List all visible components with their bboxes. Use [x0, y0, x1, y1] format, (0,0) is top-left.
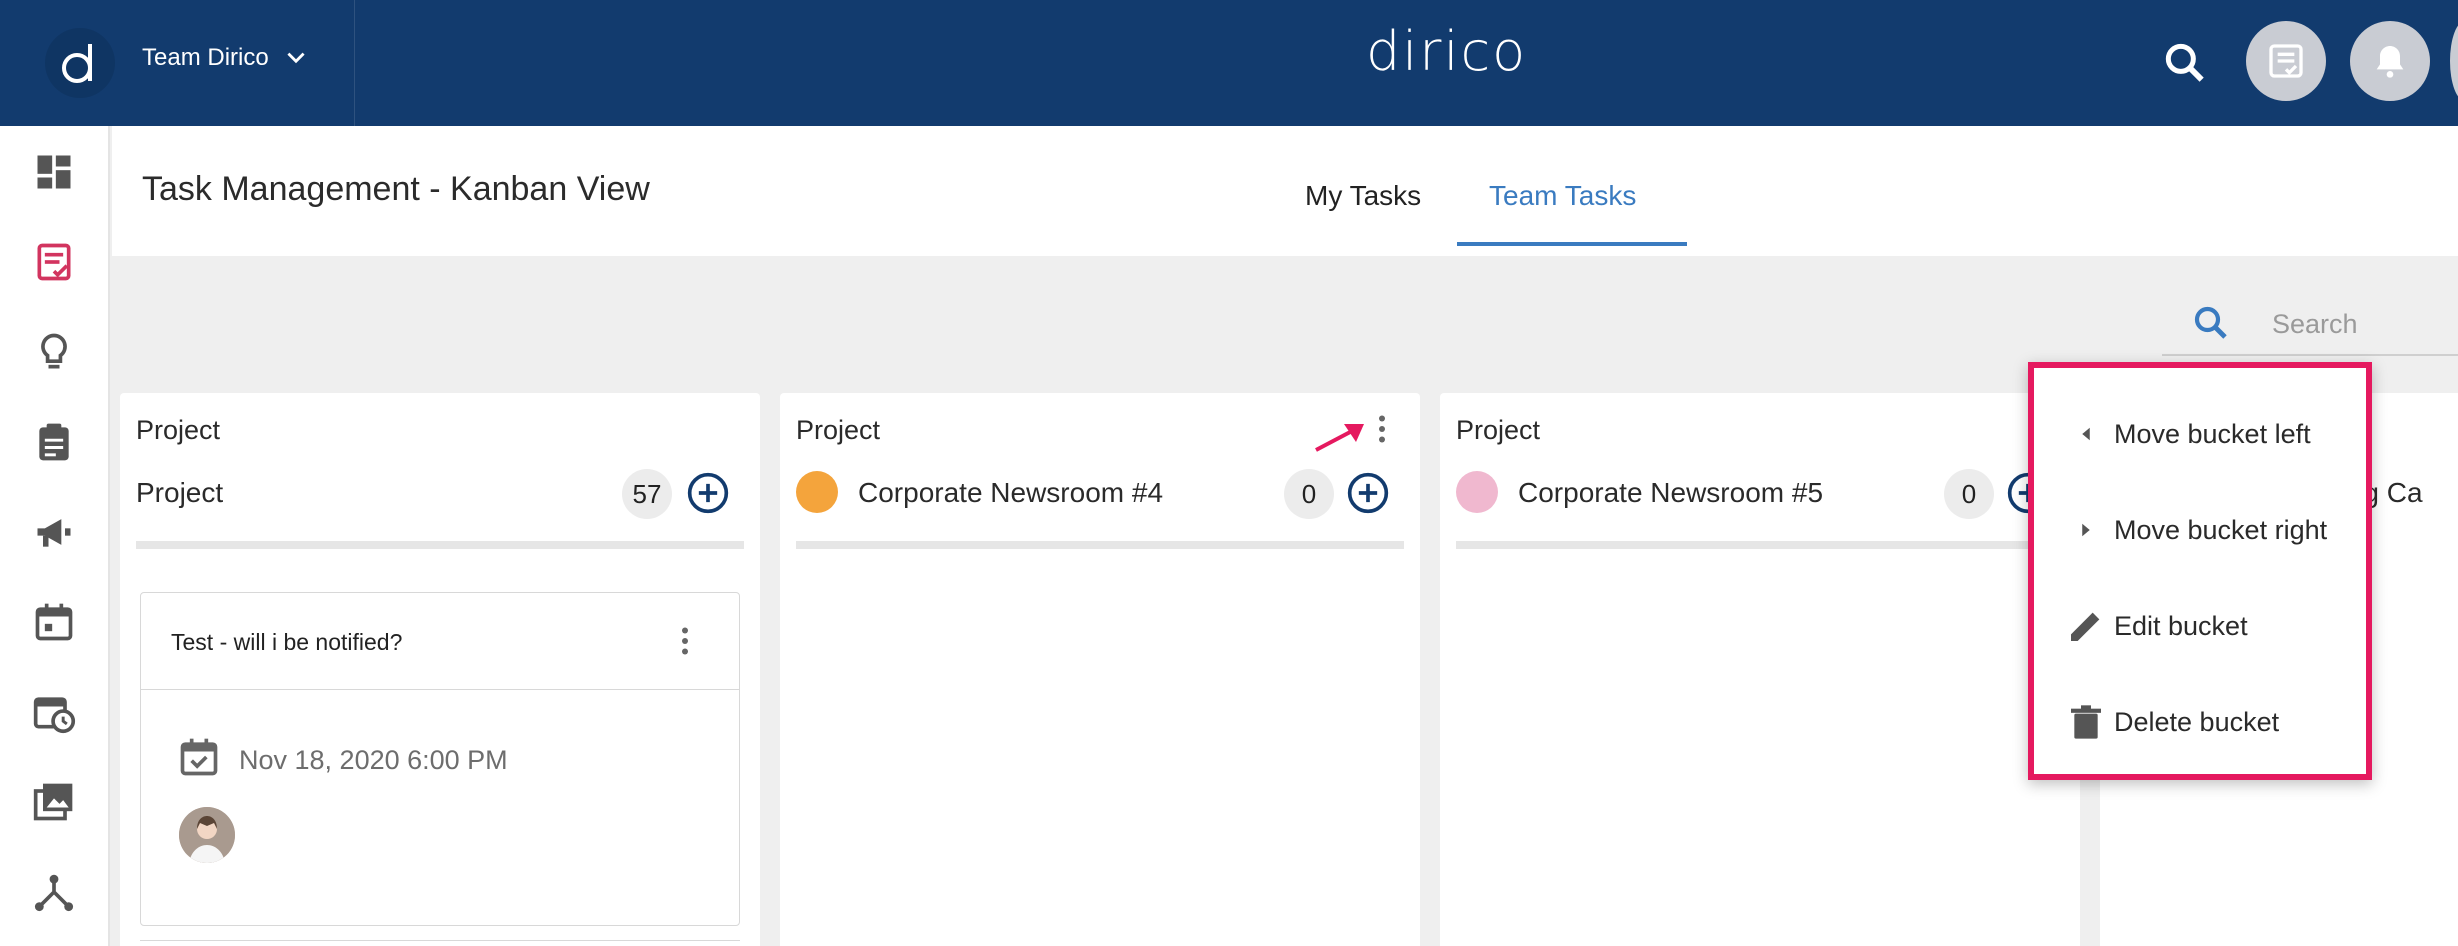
bucket-context-menu: Move bucket left Move bucket right Edit … — [2028, 362, 2372, 780]
megaphone-icon[interactable] — [32, 510, 76, 554]
clipboard-icon[interactable] — [32, 420, 76, 464]
bucket-name: Project — [136, 477, 224, 508]
active-tab-indicator — [1457, 242, 1687, 246]
caret-left-icon — [2064, 412, 2108, 456]
menu-item-label: Move bucket left — [2114, 418, 2311, 449]
add-task-button[interactable] — [686, 471, 730, 515]
top-bar: Team Dirico dirico — [0, 0, 2458, 126]
brand-wordmark: dirico — [1366, 20, 1528, 83]
tasks-icon — [2269, 44, 2303, 78]
caret-right-icon — [2064, 508, 2108, 552]
media-library-icon[interactable] — [32, 780, 76, 824]
notifications-button[interactable] — [2350, 21, 2430, 101]
tab-my-tasks[interactable]: My Tasks — [1305, 180, 1421, 212]
bucket-name: Corporate Newsroom #4 — [858, 477, 1164, 508]
pencil-icon — [2064, 604, 2108, 648]
avatar[interactable] — [179, 807, 235, 863]
network-icon[interactable] — [32, 870, 76, 914]
page-title: Task Management - Kanban View — [142, 170, 650, 208]
task-list-icon[interactable] — [32, 240, 76, 284]
delete-bucket-item[interactable]: Delete bucket — [2034, 674, 2366, 770]
bucket-count: 57 — [622, 469, 672, 519]
search-icon — [2194, 306, 2227, 339]
task-title: Test - will i be notified? — [171, 629, 403, 655]
team-name: Team Dirico — [142, 44, 269, 71]
dashboard-icon[interactable] — [32, 150, 76, 194]
more-vertical-icon[interactable] — [667, 619, 703, 663]
bucket-color-dot — [796, 471, 838, 513]
divider — [354, 0, 355, 126]
bucket-kicker: Project — [136, 415, 221, 445]
calendar-check-icon — [177, 735, 221, 779]
add-task-button[interactable] — [1346, 471, 1390, 515]
profile-button[interactable] — [2450, 21, 2458, 101]
bucket-column: Project Corporate Newsroom #5 0 — [1440, 393, 2080, 946]
bucket-kicker: Project — [1456, 415, 1541, 445]
bell-icon — [2376, 46, 2404, 78]
edit-bucket-item[interactable]: Edit bucket — [2034, 578, 2366, 674]
trash-icon — [2064, 700, 2108, 744]
menu-item-label: Edit bucket — [2114, 610, 2248, 641]
move-bucket-right-item[interactable]: Move bucket right — [2034, 482, 2366, 578]
bucket-count: 0 — [1284, 469, 1334, 519]
lightbulb-icon[interactable] — [32, 330, 76, 374]
bucket-name: Corporate Newsroom #5 — [1518, 477, 1824, 508]
bucket-progress-bar — [1456, 541, 2064, 549]
bucket-count: 0 — [1944, 469, 1994, 519]
page-header: Task Management - Kanban View My Tasks T… — [112, 126, 2458, 256]
tab-team-tasks[interactable]: Team Tasks — [1489, 180, 1636, 212]
menu-item-label: Move bucket right — [2114, 514, 2328, 545]
menu-item-label: Delete bucket — [2114, 706, 2280, 737]
tasks-button[interactable] — [2246, 21, 2326, 101]
calendar-clock-icon[interactable] — [32, 690, 76, 734]
sidebar — [0, 126, 110, 946]
dirico-logo-icon[interactable] — [45, 28, 115, 98]
bucket-kicker: Project — [796, 415, 881, 445]
calendar-icon[interactable] — [32, 600, 76, 644]
search-input[interactable] — [2272, 302, 2452, 346]
search-field — [2162, 290, 2458, 356]
bucket-progress-bar — [136, 541, 744, 549]
move-bucket-left-item[interactable]: Move bucket left — [2034, 386, 2366, 482]
bucket-color-dot — [1456, 471, 1498, 513]
team-switcher[interactable]: Team Dirico — [142, 44, 309, 72]
search-icon[interactable] — [2160, 38, 2210, 88]
bucket-progress-bar — [796, 541, 1404, 549]
bucket-column: Project Corporate Newsroom #4 0 — [780, 393, 1420, 946]
divider — [141, 689, 739, 690]
task-card[interactable] — [140, 940, 740, 946]
task-due-date: Nov 18, 2020 6:00 PM — [239, 745, 508, 775]
chevron-down-icon — [287, 52, 305, 64]
task-card[interactable]: Test - will i be notified? Nov 18, 2020 … — [140, 592, 740, 926]
annotation-arrow-icon — [1315, 424, 1364, 452]
